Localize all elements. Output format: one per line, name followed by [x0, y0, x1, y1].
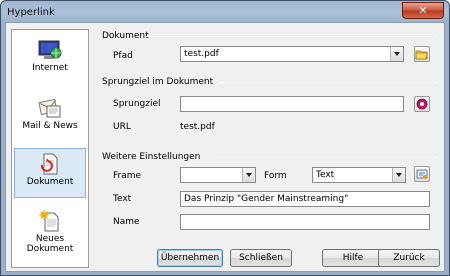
new-document-icon — [39, 210, 59, 232]
target-icon — [416, 98, 428, 110]
sidebar-item-label: Neues Dokument — [26, 234, 74, 254]
chevron-down-icon[interactable] — [392, 168, 405, 182]
sidebar-item-mail-news[interactable]: Mail & News — [14, 93, 86, 143]
frame-combobox[interactable] — [180, 167, 256, 183]
macro-events-icon — [416, 169, 428, 179]
hyperlink-type-sidebar: Internet Mail & News Dokument Neues Doku… — [11, 29, 89, 268]
path-combobox[interactable]: test.pdf — [180, 46, 404, 62]
section-sprungziel-title: Sprungziel im Dokument — [102, 77, 214, 87]
window-title: Hyperlink — [7, 7, 55, 18]
url-value: test.pdf — [180, 122, 215, 132]
sidebar-item-neues-dokument[interactable]: Neues Dokument — [14, 206, 86, 262]
folder-icon — [415, 50, 428, 60]
dialog-client-area: Internet Mail & News Dokument Neues Doku… — [5, 22, 445, 272]
apply-button[interactable]: Übernehmen — [157, 249, 223, 267]
section-weitere-title: Weitere Einstellungen — [102, 152, 201, 162]
sidebar-item-label: Dokument — [26, 177, 74, 187]
text-input[interactable]: Das Prinzip "Gender Mainstreaming" — [180, 191, 430, 207]
open-file-button[interactable] — [414, 46, 430, 62]
back-button[interactable]: Zurück — [378, 249, 440, 267]
window-close-button[interactable]: ✕ — [402, 2, 444, 19]
section-divider — [146, 36, 438, 37]
sidebar-item-label: Internet — [32, 63, 68, 73]
sidebar-item-internet[interactable]: Internet — [14, 35, 86, 85]
hyperlink-dialog: Hyperlink ✕ Internet Mail & News Dokumen… — [0, 0, 450, 276]
target-label: Sprungziel — [113, 99, 161, 109]
url-label: URL — [113, 122, 131, 132]
path-value: test.pdf — [184, 49, 219, 59]
section-divider — [216, 157, 438, 158]
section-dokument-title: Dokument — [102, 31, 149, 41]
name-label: Name — [113, 217, 140, 227]
target-input[interactable] — [180, 96, 404, 112]
form-value: Text — [316, 170, 335, 180]
path-label: Pfad — [113, 51, 133, 61]
form-combobox[interactable]: Text — [312, 167, 406, 183]
close-button[interactable]: Schließen — [230, 249, 292, 267]
text-label: Text — [113, 194, 132, 204]
target-in-document-button[interactable] — [414, 96, 430, 112]
form-label: Form — [264, 171, 287, 181]
document-link-icon — [40, 153, 58, 175]
events-button[interactable] — [414, 166, 430, 182]
chevron-down-icon[interactable] — [390, 47, 403, 61]
sidebar-item-dokument[interactable]: Dokument — [14, 148, 86, 198]
help-button[interactable]: Hilfe — [322, 249, 384, 267]
sidebar-item-label: Mail & News — [22, 121, 78, 131]
frame-label: Frame — [113, 171, 142, 181]
chevron-down-icon[interactable] — [242, 168, 255, 182]
internet-globe-icon — [38, 40, 62, 59]
section-divider — [218, 82, 438, 83]
mail-news-icon — [38, 98, 61, 118]
name-input[interactable] — [180, 214, 430, 230]
